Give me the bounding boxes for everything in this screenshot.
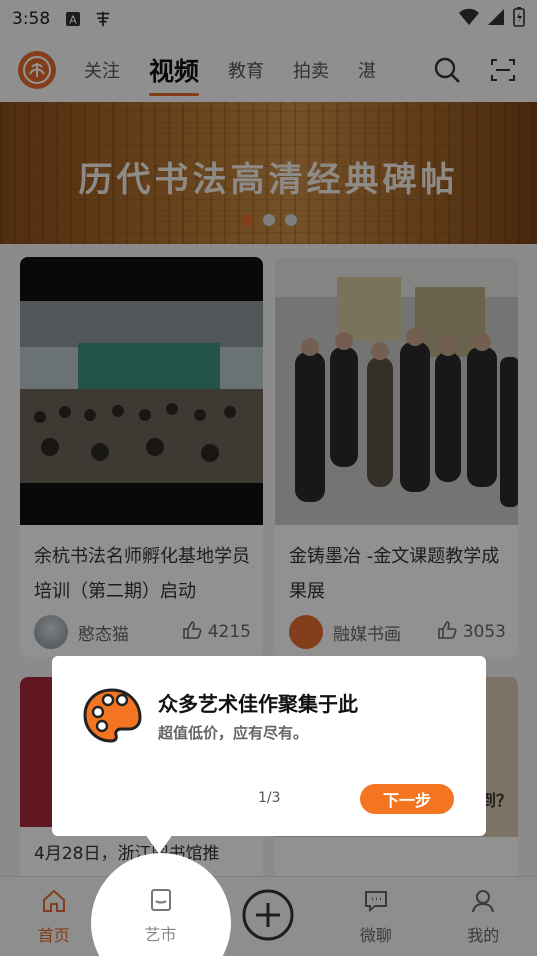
popup-title: 众多艺术佳作聚集于此: [158, 692, 358, 716]
palette-icon: [82, 686, 142, 746]
guide-popup: 众多艺术佳作聚集于此 超值低价，应有尽有。 1/3 下一步: [52, 656, 486, 836]
market-icon: [148, 887, 174, 917]
next-step-button[interactable]: 下一步: [360, 784, 454, 814]
popup-pointer: [145, 834, 173, 854]
spotlight-nav-market[interactable]: 艺市: [107, 876, 214, 956]
popup-pager: 1/3: [258, 790, 281, 806]
nav-label: 艺市: [144, 925, 177, 944]
popup-subtitle: 超值低价，应有尽有。: [158, 724, 309, 742]
